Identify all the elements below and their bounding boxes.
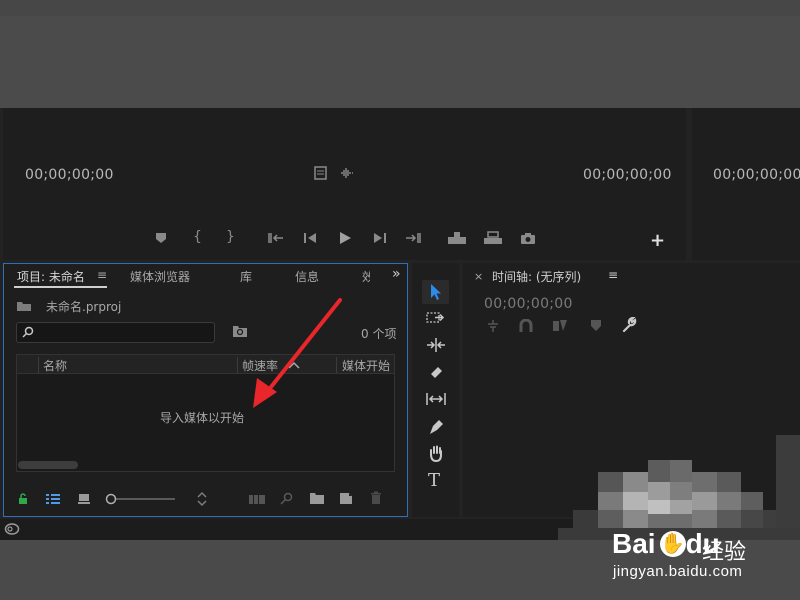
tab-effects[interactable]: 效 — [362, 268, 370, 285]
project-bin-icon — [17, 302, 31, 311]
zoom-slider[interactable] — [105, 492, 177, 506]
insert-icon[interactable] — [447, 231, 467, 245]
jingyan-logo-text: 经验 — [702, 540, 747, 565]
export-frame-camera-icon[interactable] — [520, 232, 536, 244]
nest-sequence-icon[interactable] — [486, 319, 500, 333]
snap-magnet-icon[interactable] — [519, 319, 533, 333]
mark-in-icon[interactable]: { — [193, 230, 202, 244]
project-file-name: 未命名.prproj — [46, 300, 122, 314]
horizontal-scrollbar[interactable] — [18, 461, 78, 469]
new-item-icon[interactable] — [339, 492, 353, 505]
creative-cloud-icon[interactable] — [4, 522, 20, 536]
trash-icon[interactable] — [370, 491, 382, 505]
red-arrow-annotation — [253, 298, 342, 408]
tab-project[interactable]: 项目: 未命名 — [17, 268, 85, 285]
close-icon[interactable]: × — [474, 270, 483, 283]
project-search-input[interactable] — [16, 322, 215, 343]
timeline-menu-icon[interactable]: ≡ — [608, 268, 618, 282]
empty-list-message: 导入媒体以开始 — [160, 411, 245, 425]
item-count: 0 个项 — [361, 327, 397, 341]
automate-to-sequence-icon[interactable] — [248, 493, 266, 505]
button-editor-add-button[interactable]: + — [650, 230, 665, 251]
baidu-paw-icon: ✋ — [659, 531, 686, 557]
drag-audio-icon[interactable] — [340, 167, 354, 179]
razor-tool-icon[interactable] — [428, 364, 444, 380]
wrench-icon[interactable] — [621, 317, 637, 333]
column-separator — [38, 357, 39, 373]
type-tool-icon[interactable]: T — [428, 470, 440, 491]
mark-out-icon[interactable]: } — [226, 230, 235, 244]
sort-icons-icon[interactable] — [196, 491, 208, 507]
add-marker-icon[interactable] — [155, 232, 167, 244]
go-to-out-icon[interactable] — [405, 232, 421, 244]
column-name[interactable]: 名称 — [43, 357, 67, 374]
find-icon[interactable] — [280, 492, 293, 505]
column-separator — [237, 357, 238, 373]
overwrite-icon[interactable] — [483, 231, 503, 245]
watermark-url: jingyan.baidu.com — [613, 563, 743, 580]
screenshot-root: 00;00;00;00 00;00;00;00 { } + 00;00;00;0… — [0, 0, 800, 600]
tab-libraries[interactable]: 库 — [240, 268, 252, 285]
slip-tool-icon[interactable] — [425, 391, 447, 407]
ripple-edit-tool-icon[interactable] — [426, 337, 446, 353]
hand-tool-icon[interactable] — [428, 445, 444, 463]
step-forward-icon[interactable] — [373, 232, 387, 244]
icon-view-icon[interactable] — [77, 493, 91, 505]
drag-video-icon[interactable] — [314, 166, 328, 180]
active-tab-underline — [14, 286, 107, 288]
list-view-icon[interactable] — [45, 493, 61, 505]
timeline-timecode[interactable]: 00;00;00;00 — [484, 296, 573, 312]
tab-info[interactable]: 信息 — [295, 268, 319, 285]
selection-tool-icon[interactable] — [429, 283, 443, 301]
timeline-title: 时间轴: (无序列) — [492, 270, 582, 284]
program-timecode: 00;00;00;00 — [713, 167, 800, 183]
new-bin-icon[interactable] — [309, 492, 325, 505]
go-to-in-icon[interactable] — [268, 232, 284, 244]
search-icon — [22, 326, 34, 338]
source-timecode-in[interactable]: 00;00;00;00 — [25, 167, 114, 183]
track-select-tool-icon[interactable] — [426, 310, 448, 326]
baidu-logo-bai: Bai — [612, 528, 656, 559]
top-gray-strip — [0, 0, 800, 16]
step-back-icon[interactable] — [303, 232, 317, 244]
program-monitor — [692, 108, 800, 260]
column-media-start[interactable]: 媒体开始 — [342, 357, 390, 374]
source-timecode-duration: 00;00;00;00 — [583, 167, 672, 183]
panel-overflow-icon[interactable]: » — [392, 266, 401, 282]
play-icon[interactable] — [339, 231, 352, 245]
timeline-add-marker-icon[interactable] — [590, 319, 602, 332]
tab-media-browser[interactable]: 媒体浏览器 — [130, 268, 190, 285]
linked-selection-icon[interactable] — [552, 318, 568, 333]
panel-menu-icon[interactable]: ≡ — [97, 268, 107, 282]
lock-icon[interactable] — [18, 493, 28, 505]
pen-tool-icon[interactable] — [428, 418, 444, 436]
pixelated-mosaic — [558, 430, 800, 540]
